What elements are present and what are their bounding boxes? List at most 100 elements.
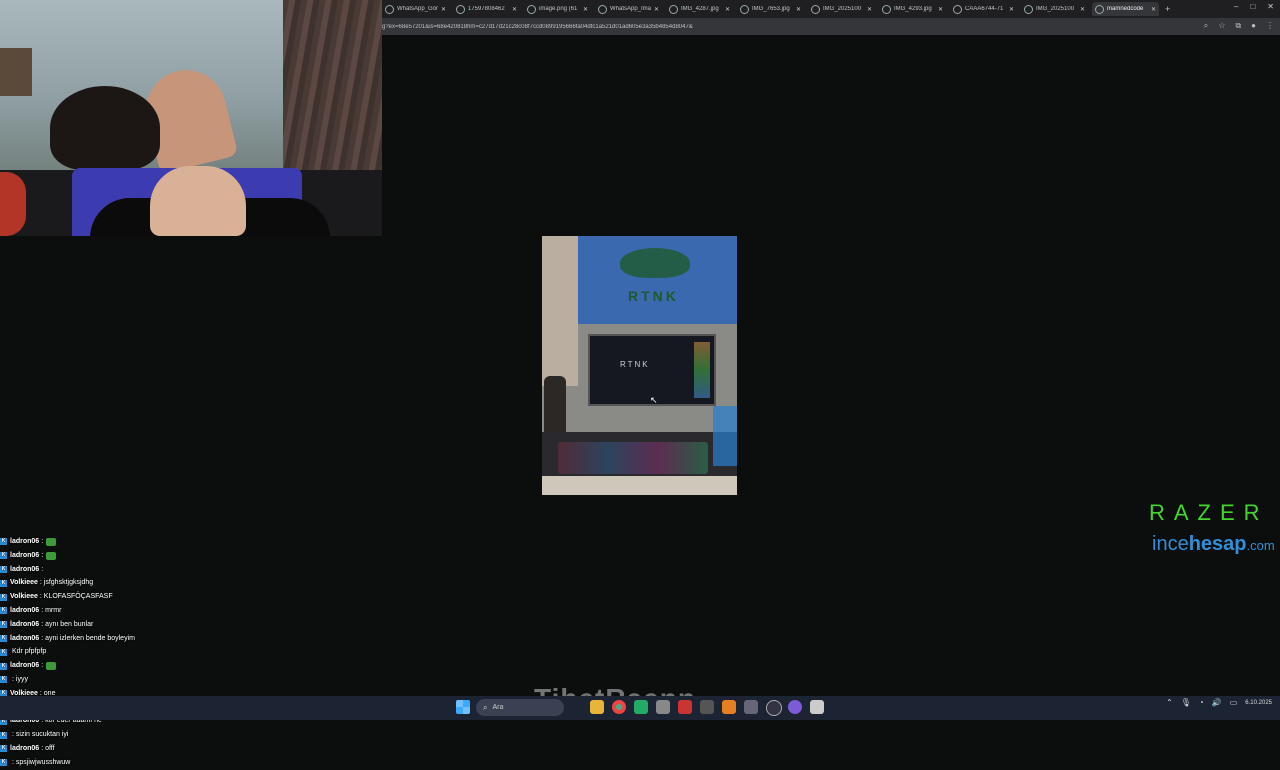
tab-label: IMG_4287.jpg: [681, 6, 719, 12]
browser-tab[interactable]: IMG_4287.jpg ✕: [666, 2, 733, 16]
tab-close-icon[interactable]: ✕: [1151, 6, 1156, 13]
kick-badge-icon: K: [0, 593, 7, 601]
browser-tab[interactable]: 17597808462 ✕: [453, 2, 520, 16]
maximize-icon[interactable]: □: [1250, 2, 1255, 11]
tab-close-icon[interactable]: ✕: [512, 6, 517, 13]
date-text: 6.10.2025: [1245, 699, 1272, 706]
browser-tab[interactable]: CAAA6744-71 ✕: [950, 2, 1017, 16]
browser-tab[interactable]: IMG_7653.jpg ✕: [737, 2, 804, 16]
globe-icon: [882, 4, 891, 14]
clock[interactable]: 6.10.2025: [1245, 699, 1272, 707]
volume-icon[interactable]: 🔊: [1212, 698, 1222, 707]
chat-text: : mrmr: [41, 606, 62, 614]
wallpaper-text: RTNK: [628, 288, 679, 304]
chat-text: : KLOFASFÖÇASFASF: [39, 593, 113, 601]
taskbar-search[interactable]: ⌕ Ara: [476, 699, 564, 716]
chat-username: ladron06: [10, 634, 40, 642]
new-tab-button[interactable]: +: [1165, 4, 1170, 14]
chrome-icon[interactable]: [612, 700, 626, 714]
file-explorer-icon[interactable]: [590, 700, 604, 714]
chat-username: ladron06: [10, 565, 40, 573]
globe-icon: [669, 4, 678, 14]
tab-close-icon[interactable]: ✕: [1080, 6, 1085, 13]
viewed-photo[interactable]: RTNK RTNK: [542, 236, 737, 495]
chat-message: Kladron06: ayni izlerken bende boyleyim: [0, 632, 200, 646]
chat-username: ladron06: [10, 744, 40, 752]
tab-close-icon[interactable]: ✕: [1009, 6, 1014, 13]
chat-message: Kladron06: mrmr: [0, 604, 200, 618]
mouse-cursor-icon: ↖: [650, 395, 658, 405]
kick-badge-icon: K: [0, 759, 7, 767]
chat-message: Kladron06:: [0, 535, 200, 549]
tab-close-icon[interactable]: ✕: [654, 6, 659, 13]
chat-message: K Kdr pfpfpfp: [0, 645, 200, 659]
chat-message: K: sizin sucuktan iyi: [0, 728, 200, 742]
monitor-text: RTNK: [620, 360, 650, 369]
tab-close-icon[interactable]: ✕: [583, 6, 588, 13]
chat-text: : aynı ben bunlar: [41, 620, 94, 628]
chat-message: K Volkieee: KLOFASFÖÇASFASF: [0, 590, 200, 604]
chat-text: : spsjiwjwusshwuw: [12, 758, 71, 766]
kick-badge-icon: K: [0, 621, 7, 629]
app-icon-7[interactable]: [766, 700, 782, 716]
browser-tab[interactable]: image.png (61 ✕: [524, 2, 591, 16]
profile-icon[interactable]: ●: [1251, 21, 1256, 31]
globe-icon: [1095, 4, 1104, 14]
tab-close-icon[interactable]: ✕: [938, 6, 943, 13]
kick-badge-icon: K: [0, 607, 7, 615]
kick-badge-icon: K: [0, 565, 7, 573]
battery-icon[interactable]: ▭: [1230, 698, 1238, 707]
chat-text: Kdr pfpfpfp: [12, 648, 47, 656]
browser-tab[interactable]: WhatsApp_Ima ✕: [595, 2, 662, 16]
globe-icon: [598, 4, 607, 14]
app-icon-4[interactable]: [700, 700, 714, 714]
browser-tab-bar: WhatsApp_Gör ✕ 17597808462 ✕ image.png (61 ✕ W…: [382, 0, 1280, 18]
tab-label: CAAA6744-71: [965, 6, 1004, 12]
address-bar[interactable]: g?ex=68e57201&is=68e420818hm=c27d17d21c2…: [382, 18, 1280, 35]
browser-tab[interactable]: WhatsApp_Gör ✕: [382, 2, 449, 16]
tab-close-icon[interactable]: ✕: [867, 6, 872, 13]
kick-badge-icon: K: [0, 648, 7, 656]
tab-label: WhatsApp_Gör: [397, 6, 439, 12]
extensions-icon[interactable]: ⧉: [1235, 21, 1241, 31]
kick-badge-icon: K: [0, 731, 7, 739]
app-icon-6[interactable]: [744, 700, 758, 714]
browser-tab[interactable]: mamnedcode ✕: [1092, 2, 1159, 16]
app-icon-1[interactable]: [634, 700, 648, 714]
mic-icon[interactable]: 🎙: [1181, 698, 1191, 707]
kick-badge-icon: K: [0, 634, 7, 642]
menu-icon[interactable]: ⋮: [1266, 21, 1274, 31]
app-icon-5[interactable]: [722, 700, 736, 714]
incehesap-plain: ince: [1152, 533, 1189, 555]
bookmark-star-icon[interactable]: ☆: [1218, 21, 1225, 31]
app-icon-9[interactable]: [810, 700, 824, 714]
chat-message: K : spsjiwjwusshwuw: [0, 756, 200, 770]
minimize-icon[interactable]: –: [1234, 2, 1238, 11]
webcam-overlay: [0, 0, 382, 236]
url-text[interactable]: g?ex=68e57201&is=68e420818hm=c27d17d21c2…: [382, 24, 1082, 30]
chevron-up-icon[interactable]: ⌃: [1166, 698, 1173, 707]
chat-emote-icon: [46, 551, 57, 560]
chat-message: Kladron06:: [0, 659, 200, 673]
chat-emote-icon: [46, 662, 57, 671]
browser-tab[interactable]: IMG_2025100 ✕: [1021, 2, 1088, 16]
tab-close-icon[interactable]: ✕: [725, 6, 730, 13]
search-icon: ⌕: [483, 702, 488, 712]
tab-close-icon[interactable]: ✕: [796, 6, 801, 13]
chat-text: : ayni izlerken bende boyleyim: [41, 634, 135, 642]
tab-close-icon[interactable]: ✕: [441, 6, 446, 13]
browser-tab[interactable]: IMG_2025100 ✕: [808, 2, 875, 16]
tab-label: image.png (61: [539, 6, 578, 12]
windows-start-icon[interactable]: [456, 700, 470, 714]
close-icon[interactable]: ✕: [1267, 2, 1274, 11]
app-icon-3[interactable]: [678, 700, 692, 714]
globe-icon: [456, 4, 465, 14]
app-icon-2[interactable]: [656, 700, 670, 714]
app-icon-8[interactable]: [788, 700, 802, 714]
tab-label: 17597808462: [468, 6, 505, 12]
search-page-icon[interactable]: ⌕: [1204, 21, 1208, 31]
globe-icon: [953, 4, 962, 14]
chat-text: : iyyy: [12, 675, 28, 683]
wifi-icon[interactable]: ◔: [1199, 698, 1204, 707]
browser-tab[interactable]: IMG_4293.jpg ✕: [879, 2, 946, 16]
